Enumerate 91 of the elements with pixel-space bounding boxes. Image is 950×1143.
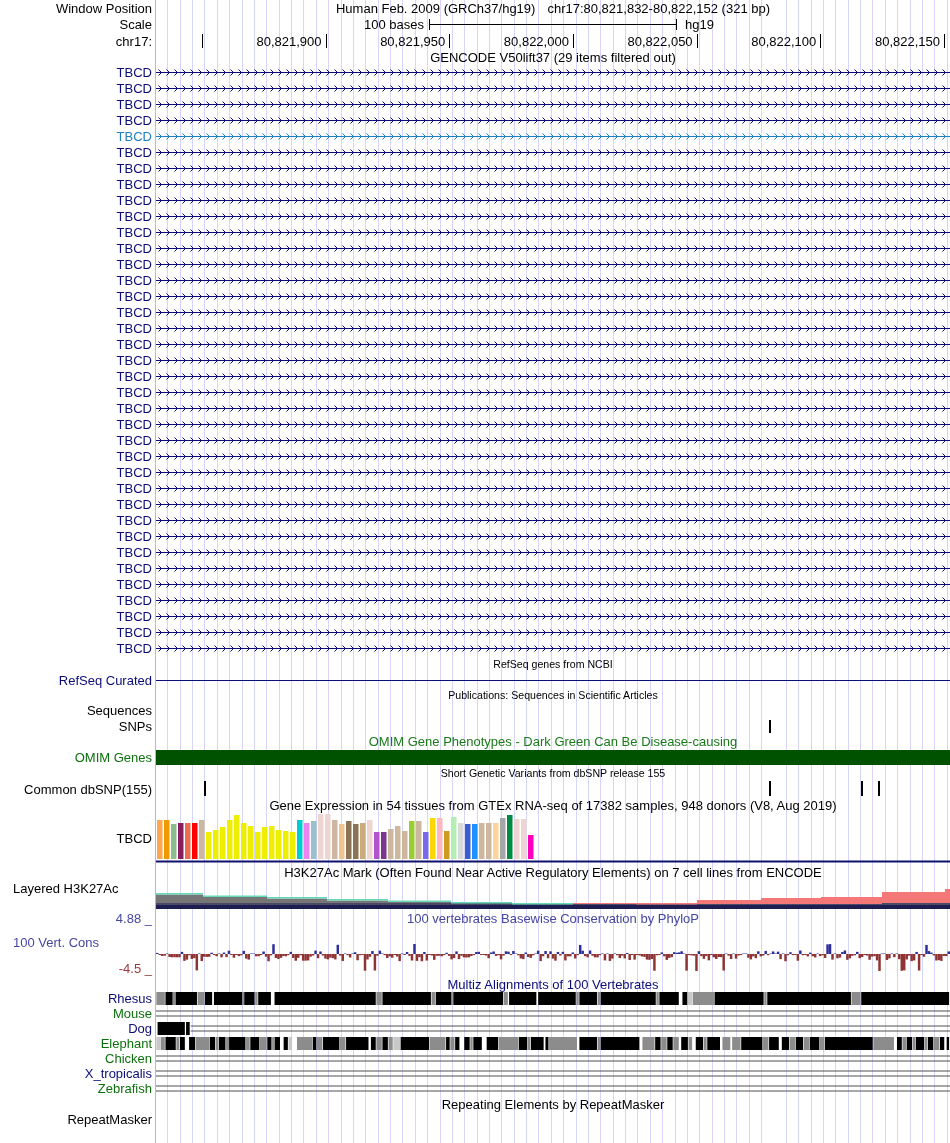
gene-label[interactable]: TBCD (116, 576, 152, 592)
ruler-label: 80,821,950 (380, 34, 446, 49)
track-title: Multiz Alignments of 100 Vertebrates (447, 977, 659, 992)
gene-label[interactable]: TBCD (116, 512, 152, 528)
gene-label[interactable]: TBCD (116, 208, 152, 224)
track-label[interactable]: Sequences (86, 702, 152, 718)
track-label[interactable]: 100 Vert. Cons (13, 935, 152, 950)
ruler-label: 80,821,900 (256, 34, 322, 49)
gene-label[interactable]: TBCD (116, 64, 152, 80)
track-title: Publications: Sequences in Scientific Articles (448, 688, 658, 703)
gene-label[interactable]: TBCD (116, 608, 152, 624)
gene-label[interactable]: TBCD (116, 624, 152, 640)
gene-label[interactable]: TBCD (116, 112, 152, 128)
track-label[interactable]: Common dbSNP(155) (24, 781, 152, 797)
gene-label[interactable]: TBCD (116, 96, 152, 112)
gene-label[interactable]: TBCD (116, 432, 152, 448)
ruler-tick (944, 34, 945, 48)
gene-label[interactable]: TBCD (116, 400, 152, 416)
track-title: GENCODE V50lift37 (29 items filtered out) (430, 50, 676, 65)
alignment-blocks (157, 1022, 190, 1035)
variant-mark (861, 781, 863, 796)
track-title: Repeating Elements by RepeatMasker (441, 1096, 665, 1112)
gene-label[interactable]: TBCD (116, 384, 152, 400)
track-label[interactable]: OMIM Genes (74, 750, 152, 765)
gene-label[interactable]: TBCD (116, 256, 152, 272)
gene-label[interactable]: TBCD (116, 560, 152, 576)
axis-min-label: -4.5 _ (117, 963, 152, 975)
gene-label[interactable]: TBCD (116, 192, 152, 208)
gene-label[interactable]: TBCD (116, 288, 152, 304)
species-label: Dog (128, 1021, 152, 1036)
scale-assembly-label: hg19 (684, 16, 714, 32)
species-label: Elephant (100, 1036, 152, 1051)
ruler-label: 80,822,000 (503, 34, 569, 49)
track-title: Gene Expression in 54 tissues from GTEx RNA-seq of 17382 samples, 948 donors (V8, Aug 2019) (269, 797, 837, 813)
gene-label[interactable]: TBCD (116, 144, 152, 160)
scale-length-label: 100 bases (364, 16, 425, 32)
gene-label[interactable]: TBCD (116, 480, 152, 496)
ruler-label: 80,822,150 (874, 34, 940, 49)
species-label: X_tropicalis (84, 1066, 152, 1081)
track-title: H3K27Ac Mark (Often Found Near Active Regulatory Elements) on 7 cell lines from ENCODE (284, 865, 822, 880)
ruler-tick (696, 34, 698, 48)
track-label[interactable]: SNPs (118, 718, 152, 734)
snp-mark (769, 720, 771, 733)
gene-label[interactable]: TBCD (116, 320, 152, 336)
gene-label[interactable]: TBCD (116, 352, 152, 368)
gene-label[interactable]: TBCD (116, 304, 152, 320)
track-title: RefSeq genes from NCBI (493, 656, 613, 672)
track-label[interactable]: RepeatMasker (67, 1112, 152, 1127)
row-label: Scale (119, 16, 152, 32)
assembly-name: Human Feb. 2009 (GRCh37/hg19) (335, 0, 536, 16)
row-label: chr17: (115, 33, 152, 49)
gene-label[interactable]: TBCD (116, 176, 152, 192)
gene-label[interactable]: TBCD (116, 224, 152, 240)
species-label: Rhesus (107, 991, 152, 1006)
gene-label[interactable]: TBCD (116, 416, 152, 432)
ruler-tick (572, 34, 574, 48)
gene-label[interactable]: TBCD (116, 544, 152, 560)
track-title: 100 vertebrates Basewise Conservation by PhyloP (407, 913, 699, 925)
position-range: chr17:80,821,832-80,822,152 (321 bp) (547, 0, 771, 16)
gene-label[interactable]: TBCD (116, 368, 152, 384)
gene-label[interactable]: TBCD (116, 240, 152, 256)
track-label[interactable]: TBCD (116, 831, 152, 846)
gene-label[interactable]: TBCD (116, 336, 152, 352)
gene-label[interactable]: TBCD (116, 448, 152, 464)
variant-mark (204, 781, 206, 796)
track-label[interactable]: Layered H3K27Ac (13, 881, 119, 896)
species-label: Chicken (105, 1051, 152, 1066)
ruler-tick (201, 34, 203, 48)
ruler-tick (325, 34, 327, 48)
axis-max-label: 4.88 _ (114, 913, 152, 925)
gene-label[interactable]: TBCD (116, 272, 152, 288)
gene-label[interactable]: TBCD (116, 464, 152, 480)
species-label: Zebrafish (97, 1081, 152, 1096)
gene-label[interactable]: TBCD (116, 528, 152, 544)
species-label: Mouse (112, 1006, 152, 1021)
gene-label[interactable]: TBCD (116, 160, 152, 176)
ruler-tick (820, 34, 822, 48)
gene-label[interactable]: TBCD (116, 128, 152, 144)
gene-label[interactable]: TBCD (116, 496, 152, 512)
row-label: Window Position (55, 0, 152, 16)
gene-label[interactable]: TBCD (116, 640, 152, 656)
gene-label[interactable]: TBCD (116, 592, 152, 608)
variant-mark (769, 781, 771, 796)
ruler-label: 80,822,050 (627, 34, 693, 49)
variant-mark (878, 781, 880, 796)
track-label[interactable]: RefSeq Curated (58, 672, 152, 688)
track-title: OMIM Gene Phenotypes - Dark Green Can Be Disease-causing (368, 734, 738, 749)
ruler-label: 80,822,100 (751, 34, 817, 49)
ruler-tick (449, 34, 451, 48)
track-title: Short Genetic Variants from dbSNP release 155 (440, 766, 666, 781)
gene-label[interactable]: TBCD (116, 80, 152, 96)
